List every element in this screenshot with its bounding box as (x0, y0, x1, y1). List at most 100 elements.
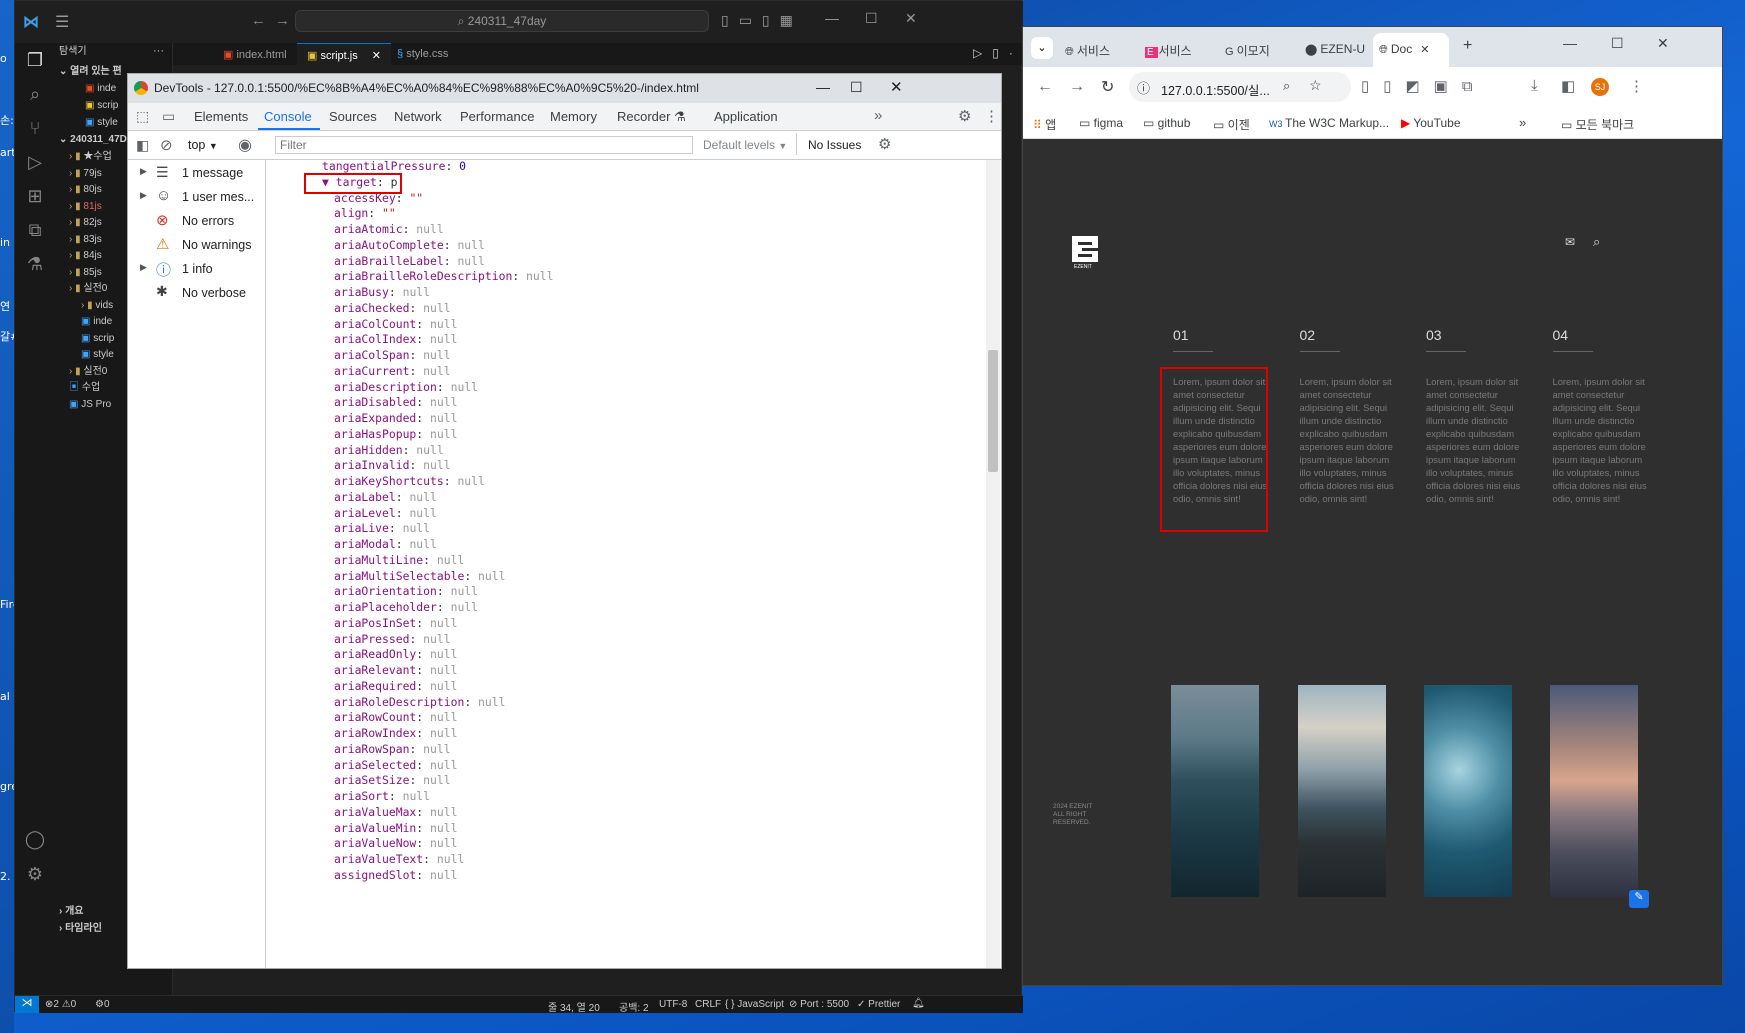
minimize-icon[interactable]: — (1563, 35, 1577, 51)
testing-icon[interactable]: ⚗ (24, 253, 46, 275)
console-property-row[interactable]: ariaReadOnly: null (334, 647, 457, 661)
url-text[interactable]: 127.0.0.1:5500/실... (1161, 80, 1270, 99)
console-property-row[interactable]: ariaMultiSelectable: null (334, 569, 505, 583)
console-property-row[interactable]: ariaColSpan: null (334, 348, 451, 362)
status-eol[interactable]: CRLF (695, 999, 721, 1010)
forward-arrow-icon[interactable]: → (275, 12, 290, 29)
console-property-row[interactable]: ariaCurrent: null (334, 364, 451, 378)
console-property-row[interactable]: ariaMultiLine: null (334, 553, 464, 567)
all-bookmarks[interactable]: ▭ 모든 북마크 (1561, 116, 1634, 133)
console-property-row[interactable]: ariaColIndex: null (334, 332, 457, 346)
layout-icons[interactable]: ▯▭▯▦ (721, 12, 803, 29)
bookmark-item[interactable]: ▭ 이젠 (1213, 116, 1250, 133)
console-property-row[interactable]: align: "" (334, 206, 396, 220)
console-property-row[interactable]: ariaRowIndex: null (334, 726, 457, 740)
more-icon[interactable]: ··· (153, 45, 164, 57)
forward-arrow-icon[interactable]: → (1069, 78, 1085, 96)
bookmark-item[interactable]: ⠿ 앱 (1033, 116, 1056, 133)
console-settings-gear-icon[interactable]: ⚙ (878, 135, 891, 153)
side-panel-icon[interactable]: ◧ (1561, 77, 1575, 95)
status-prettier[interactable]: ✓ Prettier (857, 999, 900, 1010)
console-property-row[interactable]: ariaBusy: null (334, 285, 430, 299)
download-icon[interactable]: ⤓ (1531, 77, 1538, 94)
console-property-row[interactable]: ariaRowSpan: null (334, 742, 451, 756)
console-property-row[interactable]: ariaRelevant: null (334, 663, 457, 677)
address-bar[interactable]: ⓘ 127.0.0.1:5500/실... ⌕ ☆ (1129, 72, 1351, 102)
sidebar-verbose[interactable]: ✱ No verbose (128, 280, 266, 306)
live-expression-eye-icon[interactable]: ◉ (238, 135, 252, 155)
tab-application[interactable]: Application (714, 109, 778, 124)
console-property-row[interactable]: ariaDisabled: null (334, 395, 457, 409)
console-property-row[interactable]: ariaBrailleLabel: null (334, 254, 485, 268)
clear-console-icon[interactable]: ⊘ (160, 136, 173, 154)
notifications-bell-icon[interactable]: 🔔︎ (912, 998, 925, 1009)
console-filter-input[interactable] (275, 136, 693, 154)
close-icon[interactable]: ✕ (905, 10, 917, 27)
close-icon[interactable]: ✕ (1657, 35, 1669, 52)
console-property-row[interactable]: ariaHasPopup: null (334, 427, 457, 441)
console-property-row[interactable]: ariaRowCount: null (334, 710, 457, 724)
console-property-row[interactable]: ariaAtomic: null (334, 222, 444, 236)
console-property-row[interactable]: ariaLevel: null (334, 506, 437, 520)
console-property-row[interactable]: ariaAutoComplete: null (334, 238, 485, 252)
tab-performance[interactable]: Performance (460, 109, 534, 124)
console-property-row[interactable]: ariaLabel: null (334, 490, 437, 504)
sidebar-messages[interactable]: ▶ ☰ 1 message (128, 160, 266, 186)
console-property-row[interactable]: ariaRequired: null (334, 679, 457, 693)
console-property-row[interactable]: ariaValueMax: null (334, 805, 457, 819)
tab-search-chevron-icon[interactable]: ⌄ (1031, 37, 1053, 59)
search-icon[interactable]: ⌕ (24, 83, 46, 105)
settings-gear-icon[interactable]: ⚙ (24, 863, 46, 885)
settings-gear-icon[interactable]: ⚙ (958, 107, 971, 125)
status-language[interactable]: { } JavaScript (725, 999, 784, 1010)
console-property-row[interactable]: ariaValueNow: null (334, 836, 457, 850)
console-property-row[interactable]: ariaPressed: null (334, 632, 451, 646)
bookmark-item[interactable]: ▭ github (1143, 116, 1190, 130)
command-center-search[interactable]: ⌕ 240311_47day (295, 10, 709, 32)
more-bookmarks-icon[interactable]: » (1519, 115, 1526, 130)
close-tab-icon[interactable]: ✕ (1420, 44, 1429, 56)
back-arrow-icon[interactable]: ← (1037, 78, 1053, 96)
tab-network[interactable]: Network (394, 109, 442, 124)
console-property-row[interactable]: ariaOrientation: null (334, 584, 478, 598)
sidebar-toggle-icon[interactable]: ◧ (136, 137, 149, 154)
console-property-row[interactable]: ariaColCount: null (334, 317, 457, 331)
console-property-row[interactable]: ariaLive: null (334, 521, 430, 535)
device-toolbar-icon[interactable]: ▭ (162, 108, 175, 125)
new-tab-plus-icon[interactable]: + (1463, 37, 1472, 55)
tab-index-html[interactable]: ▣ index.html (213, 43, 297, 65)
source-control-icon[interactable]: ⑂ (24, 117, 46, 139)
tab-style-css[interactable]: § style.css (387, 43, 458, 65)
console-property-row[interactable]: ariaValueMin: null (334, 821, 457, 835)
console-property-row[interactable]: ariaSort: null (334, 789, 430, 803)
status-cursor-position[interactable]: 줄 34, 열 20 (548, 999, 600, 1014)
close-tab-icon[interactable]: ✕ (372, 50, 381, 62)
console-property-row[interactable]: ariaBrailleRoleDescription: null (334, 269, 553, 283)
bookmark-item[interactable]: ▶ YouTube (1401, 116, 1461, 130)
status-errors[interactable]: ⊗2 ⚠0 (45, 999, 76, 1010)
console-property-row[interactable]: ariaModal: null (334, 537, 437, 551)
minimize-icon[interactable]: — (825, 10, 839, 26)
console-property-row[interactable]: ariaRoleDescription: null (334, 695, 505, 709)
kebab-menu-icon[interactable]: ⋮ (984, 107, 999, 125)
tab-elements[interactable]: Elements (194, 109, 248, 124)
site-info-icon[interactable]: ⓘ (1137, 78, 1150, 97)
bookmark-item[interactable]: ▭ figma (1079, 116, 1123, 130)
console-property-row[interactable]: ariaDescription: null (334, 380, 478, 394)
tab-console[interactable]: Console (264, 109, 312, 124)
site-logo[interactable]: EZENIT (1072, 236, 1098, 270)
more-tabs-icon[interactable]: » (874, 107, 882, 124)
browser-tab[interactable]: G 이모지 (1219, 33, 1297, 67)
maximize-icon[interactable]: ☐ (865, 10, 878, 27)
minimize-icon[interactable]: — (816, 79, 830, 95)
sidebar-warnings[interactable]: ⚠ No warnings (128, 232, 266, 258)
status-ports[interactable]: ⚙0 (95, 999, 110, 1010)
console-property-row[interactable]: tangentialPressure: 0 (322, 160, 466, 173)
bookmark-item[interactable]: W3 The W3C Markup... (1269, 116, 1389, 130)
mail-icon[interactable]: ✉ (1565, 235, 1575, 249)
browser-tab[interactable]: 🌐︎ 서비스 (1059, 33, 1137, 67)
status-indentation[interactable]: 공백: 2 (619, 999, 649, 1014)
status-encoding[interactable]: UTF-8 (659, 999, 687, 1010)
sidebar-info[interactable]: ▶ ⓘ 1 info (128, 256, 266, 282)
scrollbar[interactable] (986, 160, 1000, 968)
